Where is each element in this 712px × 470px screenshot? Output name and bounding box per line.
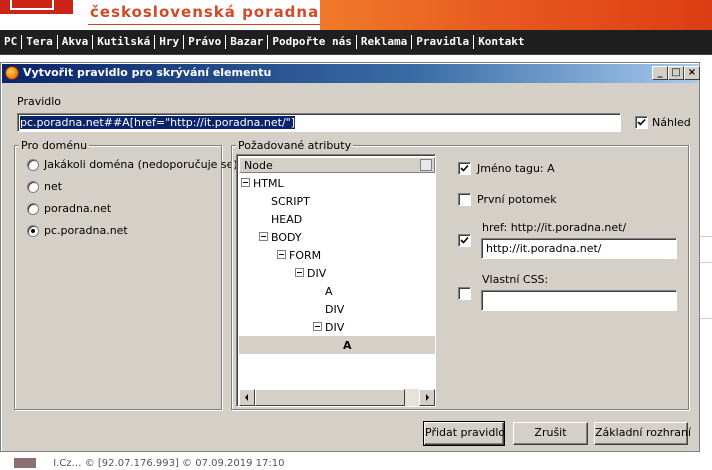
minimize-button[interactable]: _ bbox=[652, 66, 668, 80]
close-button[interactable]: × bbox=[684, 66, 700, 80]
custom-css-label[interactable]: Vlastní CSS: bbox=[482, 273, 548, 286]
checkmark-icon bbox=[637, 118, 646, 126]
custom-css-input[interactable] bbox=[481, 290, 677, 311]
page-divider bbox=[700, 318, 712, 319]
collapse-icon[interactable] bbox=[241, 178, 250, 187]
tree-node-script[interactable]: SCRIPT bbox=[239, 192, 435, 210]
scroll-left-button[interactable] bbox=[239, 389, 255, 406]
domain-option-poradna-net[interactable]: poradna.net bbox=[44, 202, 111, 215]
page-divider bbox=[700, 236, 712, 237]
arrow-right-icon bbox=[426, 394, 429, 401]
tree-horizontal-scrollbar[interactable] bbox=[239, 389, 435, 406]
tree-node-label: HTML bbox=[253, 177, 284, 190]
nav-item-kutilska[interactable]: Kutilská bbox=[93, 35, 156, 49]
nav-item-bazar[interactable]: Bazar bbox=[226, 35, 269, 49]
tree-node-head[interactable]: HEAD bbox=[239, 210, 435, 228]
nav-item-pravidla[interactable]: Pravidla bbox=[412, 35, 475, 49]
custom-css-checkbox[interactable] bbox=[458, 287, 471, 300]
href-label[interactable]: href: http://it.poradna.net/ bbox=[482, 221, 626, 234]
tree-header-label: Node bbox=[244, 159, 273, 172]
nav-item-pc[interactable]: PC bbox=[0, 35, 23, 49]
tag-name-label[interactable]: Jméno tagu: A bbox=[477, 162, 555, 175]
checkmark-icon bbox=[460, 164, 469, 172]
page-footer-row: I.Cz… © [92.07.176.993] © 07.09.2019 17:… bbox=[14, 458, 704, 470]
avatar bbox=[14, 458, 36, 468]
domain-radio-poradna-net[interactable] bbox=[27, 203, 39, 215]
collapse-icon[interactable] bbox=[277, 250, 286, 259]
nav-item-pravo[interactable]: Právo bbox=[184, 35, 227, 49]
scroll-thumb[interactable] bbox=[255, 389, 405, 406]
nav-item-kontakt[interactable]: Kontakt bbox=[474, 35, 528, 49]
tree-column-header[interactable]: Node bbox=[239, 157, 435, 173]
tree-node-label: SCRIPT bbox=[271, 195, 310, 208]
scroll-right-button[interactable] bbox=[419, 389, 435, 406]
domain-radio-pc-poradna-net[interactable] bbox=[27, 225, 39, 237]
tree-node-label: FORM bbox=[289, 249, 322, 262]
preview-checkbox[interactable] bbox=[635, 116, 648, 129]
domain-option-net[interactable]: net bbox=[44, 180, 62, 193]
collapse-icon[interactable] bbox=[295, 268, 304, 277]
dialog-title: Vytvořit pravidlo pro skrývání elementu bbox=[23, 66, 272, 79]
tree-node-body[interactable]: BODY bbox=[239, 228, 435, 246]
checkmark-icon bbox=[460, 236, 469, 244]
preview-label[interactable]: Náhled bbox=[652, 116, 691, 129]
rule-label: Pravidlo bbox=[17, 95, 62, 108]
column-picker-icon[interactable] bbox=[420, 159, 432, 171]
tree-node-div[interactable]: DIV bbox=[239, 264, 435, 282]
site-header: československá poradna bbox=[0, 0, 712, 30]
arrow-left-icon bbox=[245, 394, 248, 401]
tree-node-label: DIV bbox=[325, 321, 345, 334]
element-hiding-dialog: Vytvořit pravidlo pro skrývání elementu … bbox=[0, 62, 700, 452]
page-divider bbox=[700, 262, 712, 263]
tree-node-label: BODY bbox=[271, 231, 302, 244]
collapse-icon[interactable] bbox=[313, 322, 322, 331]
header-underline bbox=[88, 24, 320, 25]
tree-node-label: DIV bbox=[325, 303, 345, 316]
add-rule-button[interactable]: Přidat pravidlo bbox=[423, 421, 505, 446]
domain-option-any[interactable]: Jakákoli doména (nedoporučuje se) bbox=[44, 158, 238, 171]
tree-node-a[interactable]: A bbox=[239, 282, 435, 300]
nav-item-reklama[interactable]: Reklama bbox=[357, 35, 413, 49]
firefox-icon bbox=[5, 66, 19, 80]
site-title[interactable]: československá poradna bbox=[90, 3, 319, 21]
tree-node-label: A bbox=[325, 285, 333, 298]
first-child-label[interactable]: První potomek bbox=[477, 193, 557, 206]
rule-input[interactable]: pc.poradna.net##A[href="http://it.poradn… bbox=[17, 113, 621, 132]
collapse-icon[interactable] bbox=[259, 232, 268, 241]
site-logo[interactable] bbox=[0, 0, 76, 14]
basic-view-button[interactable]: Základní rozhraní bbox=[594, 422, 691, 445]
tag-name-checkbox[interactable] bbox=[458, 162, 471, 175]
tree-node-label: A bbox=[343, 339, 352, 352]
nav-item-hry[interactable]: Hry bbox=[155, 35, 185, 49]
tree-node-label: HEAD bbox=[271, 213, 303, 226]
page-right-edge bbox=[700, 56, 712, 470]
site-navbar: PC Tera Akva Kutilská Hry Právo Bazar Po… bbox=[0, 30, 712, 55]
domain-radio-net[interactable] bbox=[27, 181, 39, 193]
footer-text: I.Cz… © [92.07.176.993] © 07.09.2019 17:… bbox=[53, 458, 285, 469]
domain-group-legend: Pro doménu bbox=[19, 139, 90, 152]
nav-item-podporte[interactable]: Podpořte nás bbox=[268, 35, 357, 49]
first-child-checkbox[interactable] bbox=[458, 193, 471, 206]
nav-item-tera[interactable]: Tera bbox=[22, 35, 58, 49]
nav-item-akva[interactable]: Akva bbox=[58, 35, 94, 49]
header-banner bbox=[320, 0, 712, 30]
dialog-titlebar[interactable]: Vytvořit pravidlo pro skrývání elementu … bbox=[2, 64, 700, 83]
domain-option-pc-poradna-net[interactable]: pc.poradna.net bbox=[44, 224, 128, 237]
node-tree[interactable]: Node HTML SCRIPT HEAD BODY FORM DIV A DI… bbox=[236, 154, 436, 407]
tree-node-a-selected[interactable]: A bbox=[239, 336, 435, 354]
tree-node-label: DIV bbox=[307, 267, 327, 280]
domain-radio-any[interactable] bbox=[27, 159, 39, 171]
tree-node-div[interactable]: DIV bbox=[239, 300, 435, 318]
tree-node-html[interactable]: HTML bbox=[239, 174, 435, 192]
maximize-button[interactable]: □ bbox=[668, 66, 684, 80]
rule-input-value: pc.poradna.net##A[href="http://it.poradn… bbox=[20, 116, 296, 129]
tree-node-form[interactable]: FORM bbox=[239, 246, 435, 264]
cancel-button[interactable]: Zrušit bbox=[513, 422, 588, 445]
attributes-group-legend: Požadované atributy bbox=[236, 139, 354, 152]
tree-node-div[interactable]: DIV bbox=[239, 318, 435, 336]
href-value-input[interactable]: http://it.poradna.net/ bbox=[481, 238, 677, 259]
href-checkbox[interactable] bbox=[458, 234, 471, 247]
